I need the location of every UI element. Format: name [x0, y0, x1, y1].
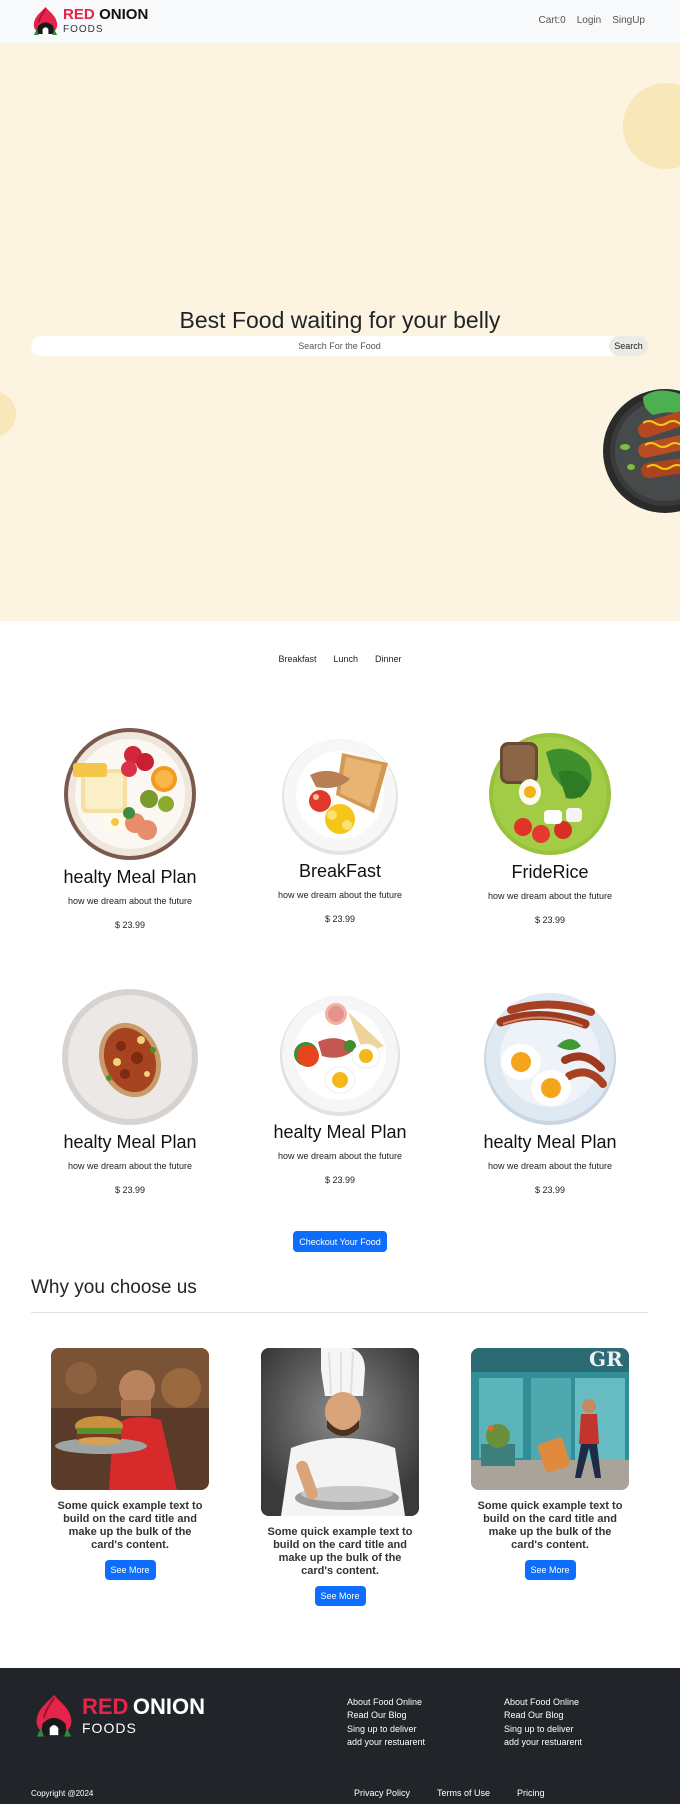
nav-login[interactable]: Login	[577, 15, 601, 26]
food-card[interactable]: BreakFast how we dream about the future …	[260, 735, 420, 924]
food-price: $ 23.99	[324, 914, 356, 924]
see-more-button[interactable]: See More	[524, 1560, 576, 1580]
why-card: Some quick example text to build on the …	[260, 1348, 420, 1606]
copyright-text: Copyright @2024	[31, 1789, 94, 1798]
burger-waiter-image	[51, 1348, 209, 1490]
footer-link[interactable]: Sing up to deliver	[347, 1723, 425, 1736]
food-image	[62, 989, 198, 1125]
pricing-link[interactable]: Pricing	[517, 1788, 545, 1798]
footer-bottom-links: Privacy Policy Terms of Use Pricing	[354, 1788, 545, 1798]
food-desc: how we dream about the future	[277, 890, 403, 900]
decor-circle	[623, 83, 680, 169]
privacy-policy-link[interactable]: Privacy Policy	[354, 1788, 410, 1798]
brand-name-text: ONION	[99, 5, 149, 23]
food-image	[282, 739, 398, 855]
footer: RED ONION FOODS About Food Online Read O…	[0, 1668, 680, 1804]
food-image	[64, 728, 196, 860]
food-title: healty Meal Plan	[63, 867, 197, 887]
footer-link[interactable]: About Food Online	[504, 1696, 582, 1709]
food-image	[484, 993, 616, 1125]
onion-logo-icon	[36, 1694, 72, 1737]
food-price: $ 23.99	[534, 1185, 566, 1195]
why-section-title: Why you choose us	[31, 1277, 197, 1298]
nav-cart[interactable]: Cart:0	[538, 15, 565, 26]
food-desc: how we dream about the future	[67, 896, 193, 906]
why-card-text: Some quick example text to build on the …	[267, 1526, 413, 1577]
footer-link[interactable]: Sing up to deliver	[504, 1723, 582, 1736]
footer-link[interactable]: Read Our Blog	[504, 1709, 582, 1722]
nav-signup[interactable]: SingUp	[612, 15, 645, 26]
why-card-text: Some quick example text to build on the …	[477, 1500, 623, 1551]
food-desc: how we dream about the future	[487, 1161, 613, 1171]
search-button[interactable]: Search	[609, 336, 648, 356]
why-card: GR Some quick example text to build on t…	[470, 1348, 630, 1580]
food-desc: how we dream about the future	[487, 891, 613, 901]
sausage-pan-image	[603, 389, 680, 513]
checkout-button[interactable]: Checkout Your Food	[293, 1231, 387, 1252]
why-card: Some quick example text to build on the …	[50, 1348, 210, 1580]
see-more-button[interactable]: See More	[314, 1586, 366, 1606]
nav-links: Cart:0 Login SingUp	[538, 15, 645, 26]
search-input[interactable]	[31, 336, 648, 356]
search-bar: Search	[31, 336, 648, 356]
food-price: $ 23.99	[114, 920, 146, 930]
food-image	[280, 996, 400, 1116]
brand-red-text: RED	[63, 5, 95, 23]
food-title: healty Meal Plan	[273, 1122, 407, 1142]
footer-links-col-2: About Food Online Read Our Blog Sing up …	[504, 1696, 582, 1749]
divider	[31, 1312, 648, 1313]
food-price: $ 23.99	[534, 915, 566, 925]
footer-link[interactable]: add your restuarent	[504, 1736, 582, 1749]
food-image	[489, 733, 611, 855]
food-desc: how we dream about the future	[67, 1161, 193, 1171]
food-title: healty Meal Plan	[483, 1132, 617, 1152]
decor-circle	[0, 391, 16, 437]
food-title: healty Meal Plan	[63, 1132, 197, 1152]
meal-tabs: Breakfast Lunch Dinner	[0, 654, 680, 664]
tab-dinner[interactable]: Dinner	[375, 654, 402, 664]
food-card[interactable]: healty Meal Plan how we dream about the …	[50, 988, 210, 1195]
hero-banner: Best Food waiting for your belly Search	[0, 43, 680, 621]
food-card[interactable]: healty Meal Plan how we dream about the …	[260, 992, 420, 1185]
brand-sub-text: FOODS	[63, 23, 104, 35]
food-price: $ 23.99	[114, 1185, 146, 1195]
footer-brand-red: RED	[82, 1693, 129, 1719]
tab-lunch[interactable]: Lunch	[333, 654, 358, 664]
footer-brand-logo[interactable]: RED ONION FOODS	[32, 1692, 205, 1738]
food-card[interactable]: healty Meal Plan how we dream about the …	[470, 988, 630, 1195]
brand-logo[interactable]: RED ONION FOODS	[31, 5, 148, 36]
food-card[interactable]: healty Meal Plan how we dream about the …	[50, 727, 210, 930]
footer-link[interactable]: Read Our Blog	[347, 1709, 425, 1722]
hero-title: Best Food waiting for your belly	[179, 307, 501, 333]
tab-breakfast[interactable]: Breakfast	[278, 654, 316, 664]
chef-cooking-image	[261, 1348, 419, 1516]
navbar: RED ONION FOODS Cart:0 Login SingUp	[0, 0, 680, 43]
footer-brand-name: ONION	[132, 1693, 206, 1719]
food-title: FrideRice	[511, 862, 589, 882]
footer-link[interactable]: About Food Online	[347, 1696, 425, 1709]
food-price: $ 23.99	[324, 1175, 356, 1185]
footer-links-col-1: About Food Online Read Our Blog Sing up …	[347, 1696, 425, 1749]
svg-text:GR: GR	[589, 1348, 623, 1371]
food-card[interactable]: FrideRice how we dream about the future …	[470, 732, 630, 925]
why-card-text: Some quick example text to build on the …	[57, 1500, 203, 1551]
see-more-button[interactable]: See More	[104, 1560, 156, 1580]
footer-brand-sub: FOODS	[82, 1719, 137, 1736]
food-desc: how we dream about the future	[277, 1151, 403, 1161]
footer-link[interactable]: add your restuarent	[347, 1736, 425, 1749]
onion-logo-icon	[33, 6, 58, 35]
food-title: BreakFast	[298, 861, 382, 881]
delivery-person-image: GR	[471, 1348, 629, 1490]
terms-of-use-link[interactable]: Terms of Use	[437, 1788, 490, 1798]
